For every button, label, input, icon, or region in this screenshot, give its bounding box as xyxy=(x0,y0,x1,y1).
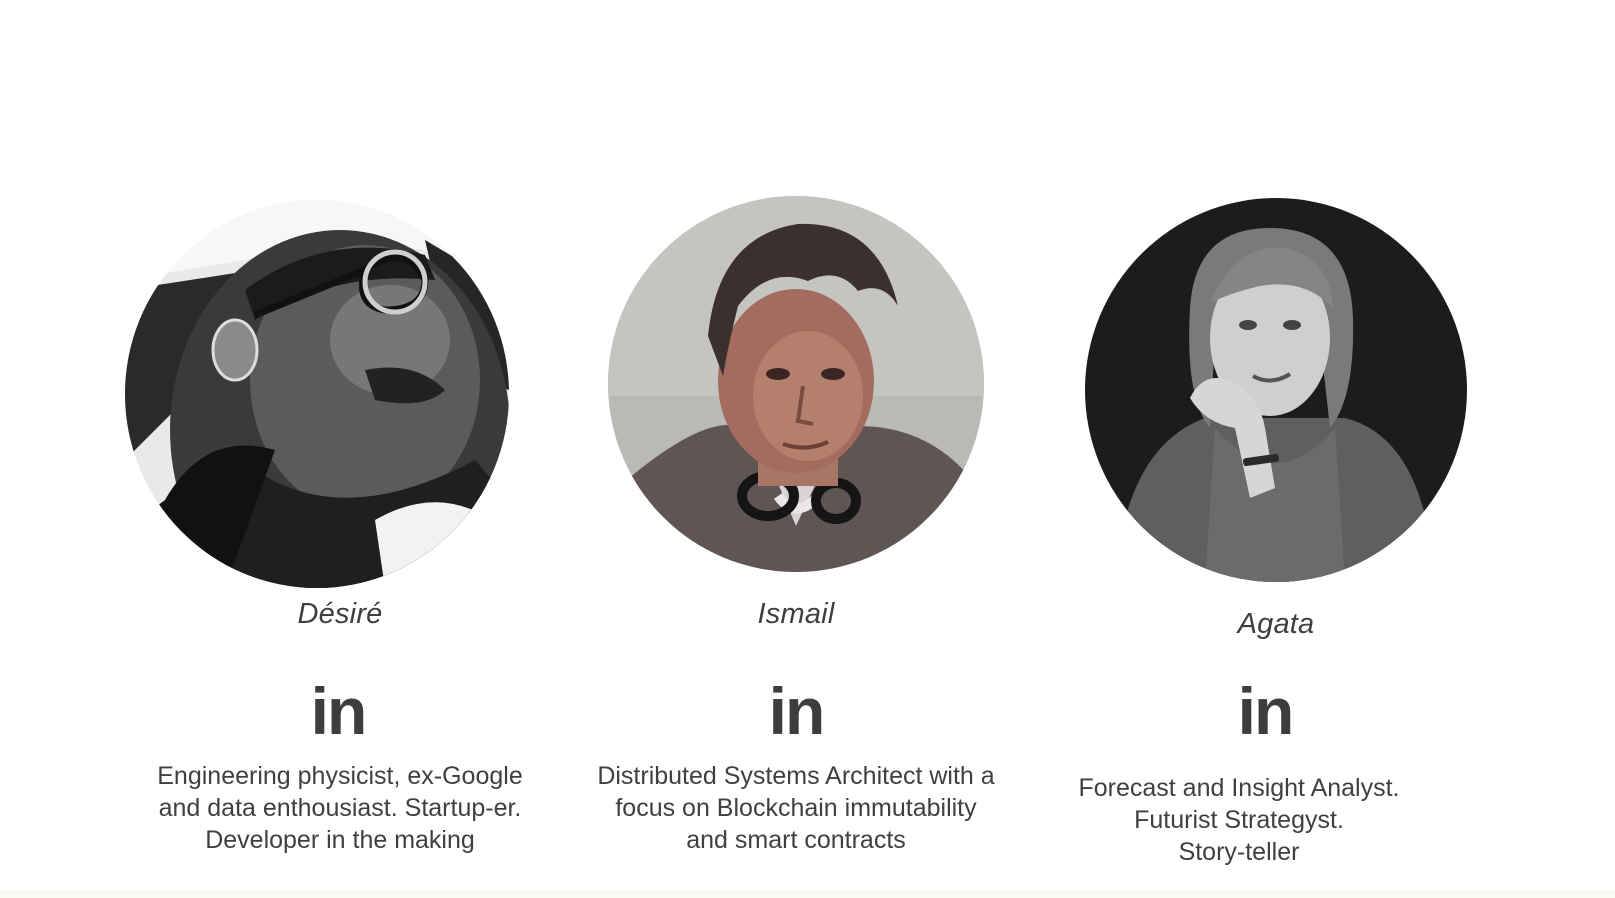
member-name: Ismail xyxy=(757,598,835,630)
bottom-strip xyxy=(0,890,1615,898)
bio-line: Forecast and Insight Analyst. xyxy=(1078,774,1400,802)
bio-line: and data enthousiast. Startup-er. xyxy=(158,794,522,822)
linkedin-icon[interactable]: in xyxy=(311,678,368,744)
avatar-agata xyxy=(1085,198,1467,582)
portrait-ismail-photo xyxy=(608,196,984,572)
member-name: Désiré xyxy=(297,598,383,630)
bio-line: focus on Blockchain immutability xyxy=(615,794,977,822)
member-bio: Engineering physicist, ex-Google and dat… xyxy=(100,760,580,856)
bio-line: Developer in the making xyxy=(205,826,475,854)
team-member-ismail: Ismail in Distributed Systems Architect … xyxy=(552,0,1032,898)
bio-line: Futurist Strategyst. xyxy=(1134,806,1344,834)
team-section: Désiré in Engineering physicist, ex-Goog… xyxy=(0,0,1615,898)
avatar-ismail xyxy=(608,196,984,572)
team-member-desire: Désiré in Engineering physicist, ex-Goog… xyxy=(100,0,580,898)
member-name: Agata xyxy=(1237,608,1315,640)
bio-line: Story-teller xyxy=(1178,838,1300,866)
bio-line: and smart contracts xyxy=(686,826,906,854)
portrait-agata-photo xyxy=(1085,198,1467,582)
member-bio: Distributed Systems Architect with a foc… xyxy=(556,760,1036,856)
bio-line: Engineering physicist, ex-Google xyxy=(157,762,523,790)
linkedin-icon[interactable]: in xyxy=(1238,678,1295,744)
member-bio: Forecast and Insight Analyst. Futurist S… xyxy=(999,772,1479,868)
team-member-agata: Agata in Forecast and Insight Analyst. F… xyxy=(1045,0,1525,898)
portrait-desire-photo xyxy=(125,200,509,588)
bio-line: Distributed Systems Architect with a xyxy=(597,762,995,790)
avatar-desire xyxy=(125,200,509,588)
linkedin-icon[interactable]: in xyxy=(769,678,826,744)
